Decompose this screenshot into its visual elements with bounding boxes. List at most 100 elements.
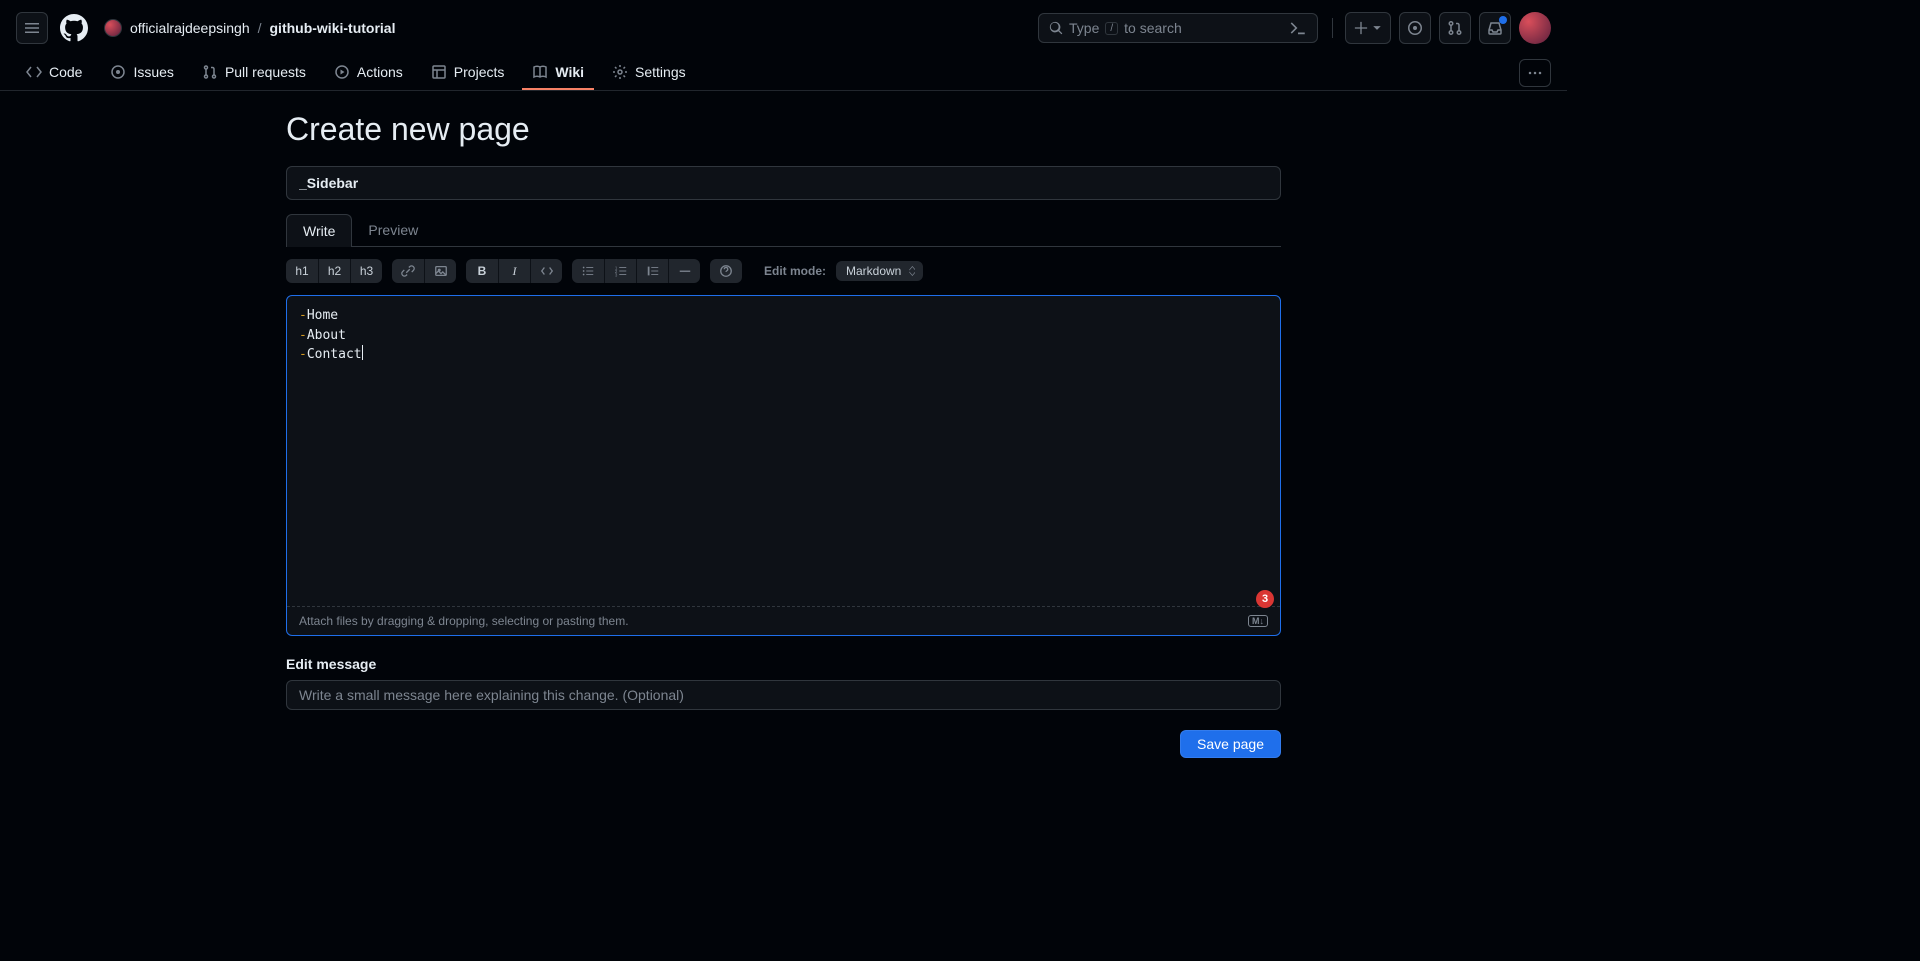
edit-message-label: Edit message: [286, 656, 1281, 672]
help-button[interactable]: [710, 259, 742, 283]
code-snippet-icon: [540, 264, 554, 278]
notification-indicator: [1499, 16, 1507, 24]
quote-icon: [646, 264, 660, 278]
h2-button[interactable]: h2: [318, 259, 350, 283]
h1-button[interactable]: h1: [286, 259, 318, 283]
error-badge[interactable]: 3: [1256, 590, 1274, 608]
link-button[interactable]: [392, 259, 424, 283]
nav-issues[interactable]: Issues: [100, 56, 183, 90]
new-menu-button[interactable]: [1345, 12, 1391, 44]
quote-button[interactable]: [636, 259, 668, 283]
nav-label: Code: [49, 64, 82, 80]
edit-mode-select[interactable]: Markdown: [836, 261, 923, 281]
editor-line: - Home: [299, 306, 1268, 326]
nav-label: Actions: [357, 64, 403, 80]
main-content: Create new page Write Preview h1 h2 h3 B…: [286, 91, 1281, 798]
search-input[interactable]: Type / to search: [1038, 13, 1318, 43]
link-icon: [401, 264, 415, 278]
media-group: [392, 259, 456, 283]
list-ol-icon: 123: [614, 264, 628, 278]
search-kbd: /: [1105, 22, 1118, 35]
drop-text: Attach files by dragging & dropping, sel…: [299, 614, 629, 628]
editor-textarea[interactable]: - Home - About - Contact: [287, 296, 1280, 606]
nav-label: Projects: [454, 64, 505, 80]
nav-label: Issues: [133, 64, 173, 80]
editor-container: - Home - About - Contact 3 Attach files …: [286, 295, 1281, 636]
kebab-icon: [1527, 65, 1543, 81]
page-name-input[interactable]: [286, 166, 1281, 200]
search-text-prefix: Type: [1069, 20, 1099, 36]
user-avatar[interactable]: [1519, 12, 1551, 44]
chevron-down-icon: [1372, 23, 1382, 33]
issue-opened-icon: [1407, 20, 1423, 36]
editor-line: - About: [299, 326, 1268, 346]
tab-write[interactable]: Write: [286, 214, 352, 247]
help-icon: [719, 264, 733, 278]
header: officialrajdeepsingh / github-wiki-tutor…: [0, 0, 1567, 56]
hamburger-menu-button[interactable]: [16, 12, 48, 44]
github-icon: [60, 14, 88, 42]
image-icon: [434, 264, 448, 278]
text-cursor: [362, 345, 363, 360]
nav-overflow-menu[interactable]: [1519, 59, 1551, 87]
markdown-badge[interactable]: M↓: [1248, 615, 1268, 627]
nav-label: Wiki: [555, 64, 584, 80]
nav-wiki[interactable]: Wiki: [522, 56, 594, 90]
list-ul-icon: [581, 264, 595, 278]
header-right: [1328, 12, 1551, 44]
git-pull-request-icon: [1447, 20, 1463, 36]
svg-text:3: 3: [614, 272, 617, 277]
gear-icon: [612, 64, 628, 80]
editor-tabs: Write Preview: [286, 214, 1281, 247]
breadcrumb-owner[interactable]: officialrajdeepsingh: [130, 20, 250, 36]
edit-message-input[interactable]: [286, 680, 1281, 710]
tab-preview[interactable]: Preview: [352, 214, 434, 246]
heading-group: h1 h2 h3: [286, 259, 382, 283]
ul-button[interactable]: [572, 259, 604, 283]
image-button[interactable]: [424, 259, 456, 283]
divider: [1332, 18, 1333, 38]
nav-actions[interactable]: Actions: [324, 56, 413, 90]
nav-settings[interactable]: Settings: [602, 56, 696, 90]
ol-button[interactable]: 123: [604, 259, 636, 283]
pull-requests-button[interactable]: [1439, 12, 1471, 44]
github-logo[interactable]: [58, 12, 90, 44]
issues-button[interactable]: [1399, 12, 1431, 44]
play-icon: [334, 64, 350, 80]
nav-label: Settings: [635, 64, 686, 80]
list-group: 123: [572, 259, 700, 283]
help-group: [710, 259, 742, 283]
hr-button[interactable]: [668, 259, 700, 283]
search-icon: [1049, 21, 1063, 35]
breadcrumb-separator: /: [258, 20, 262, 36]
form-actions: Save page: [286, 730, 1281, 758]
nav-code[interactable]: Code: [16, 56, 92, 90]
editor-toolbar: h1 h2 h3 B I 123: [286, 247, 1281, 295]
hamburger-icon: [24, 20, 40, 36]
plus-icon: [1354, 21, 1368, 35]
nav-projects[interactable]: Projects: [421, 56, 515, 90]
owner-avatar: [104, 19, 122, 37]
notifications-button[interactable]: [1479, 12, 1511, 44]
nav-pull-requests[interactable]: Pull requests: [192, 56, 316, 90]
page-title: Create new page: [286, 111, 1281, 148]
command-palette-icon[interactable]: [1289, 19, 1307, 37]
hr-icon: [678, 264, 692, 278]
code-icon: [26, 64, 42, 80]
nav-label: Pull requests: [225, 64, 306, 80]
code-button[interactable]: [530, 259, 562, 283]
format-group: B I: [466, 259, 562, 283]
h3-button[interactable]: h3: [350, 259, 382, 283]
search-text-suffix: to search: [1124, 20, 1182, 36]
breadcrumb-repo[interactable]: github-wiki-tutorial: [270, 20, 396, 36]
editor-line: - Contact: [299, 345, 1268, 365]
pull-request-icon: [202, 64, 218, 80]
save-page-button[interactable]: Save page: [1180, 730, 1281, 758]
italic-button[interactable]: I: [498, 259, 530, 283]
bold-button[interactable]: B: [466, 259, 498, 283]
repo-nav: Code Issues Pull requests Actions Projec…: [0, 56, 1567, 91]
drop-bar[interactable]: Attach files by dragging & dropping, sel…: [287, 606, 1280, 635]
book-icon: [532, 64, 548, 80]
breadcrumb: officialrajdeepsingh / github-wiki-tutor…: [104, 19, 395, 37]
issue-icon: [110, 64, 126, 80]
